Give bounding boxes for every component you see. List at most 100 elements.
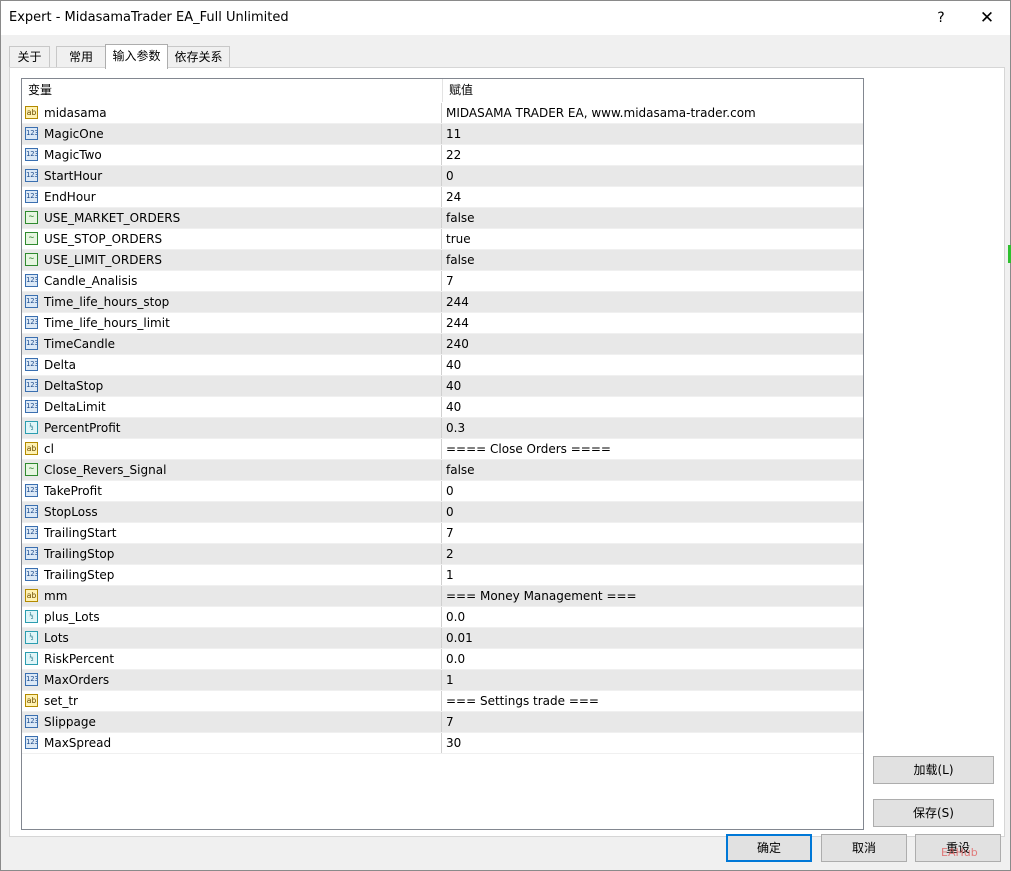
parameter-row[interactable]: ab cl ==== Close Orders ==== [22, 439, 863, 460]
parameter-name-cell: ∼ USE_STOP_ORDERS [22, 229, 442, 249]
parameter-name-cell: 123 TrailingStart [22, 523, 442, 543]
parameter-row[interactable]: 123 DeltaLimit 40 [22, 397, 863, 418]
parameter-name-cell: ½ Lots [22, 628, 442, 648]
boolean-type-icon: ∼ [25, 253, 38, 266]
parameter-value[interactable]: 244 [443, 313, 863, 333]
load-button[interactable]: 加载(L) [873, 756, 994, 784]
string-type-icon: ab [25, 694, 38, 707]
column-header-value[interactable]: 赋值 [443, 79, 863, 102]
parameter-row[interactable]: 123 Delta 40 [22, 355, 863, 376]
cancel-button-label: 取消 [851, 841, 876, 855]
help-button[interactable]: ? [926, 5, 956, 31]
parameter-row[interactable]: ab midasama MIDASAMA TRADER EA, www.midasa… [22, 103, 863, 124]
parameter-row[interactable]: 123 MaxSpread 30 [22, 733, 863, 754]
parameter-rows: ab midasama MIDASAMA TRADER EA, www.midasa… [22, 103, 863, 754]
parameter-row[interactable]: 123 MagicOne 11 [22, 124, 863, 145]
parameter-row[interactable]: 123 MagicTwo 22 [22, 145, 863, 166]
save-button[interactable]: 保存(S) [873, 799, 994, 827]
parameter-value[interactable]: 240 [443, 334, 863, 354]
parameter-value[interactable]: 7 [443, 523, 863, 543]
parameter-row[interactable]: 123 StartHour 0 [22, 166, 863, 187]
tab-inputs[interactable]: 输入参数 [105, 44, 168, 69]
parameter-value[interactable]: MIDASAMA TRADER EA, www.midasama-trader.… [443, 103, 863, 123]
integer-type-icon: 123 [25, 274, 38, 287]
parameter-row[interactable]: 123 Slippage 7 [22, 712, 863, 733]
parameter-value[interactable]: 11 [443, 124, 863, 144]
parameter-row[interactable]: 123 TimeCandle 240 [22, 334, 863, 355]
grid-header: 变量 赋值 [22, 79, 863, 102]
parameter-name: Time_life_hours_limit [44, 316, 170, 330]
parameter-row[interactable]: ∼ USE_LIMIT_ORDERS false [22, 250, 863, 271]
parameter-value[interactable]: 0.01 [443, 628, 863, 648]
parameter-value[interactable]: true [443, 229, 863, 249]
parameter-row[interactable]: 123 EndHour 24 [22, 187, 863, 208]
parameter-row[interactable]: 123 TrailingStop 2 [22, 544, 863, 565]
parameter-row[interactable]: ½ RiskPercent 0.0 [22, 649, 863, 670]
parameter-name: USE_LIMIT_ORDERS [44, 253, 162, 267]
parameter-value[interactable]: 0 [443, 502, 863, 522]
parameter-value[interactable]: 7 [443, 271, 863, 291]
parameter-value[interactable]: ==== Close Orders ==== [443, 439, 863, 459]
title-bar[interactable]: Expert - MidasamaTrader EA_Full Unlimite… [1, 1, 1010, 35]
integer-type-icon: 123 [25, 379, 38, 392]
parameter-value[interactable]: 1 [443, 565, 863, 585]
parameter-row[interactable]: ab set_tr === Settings trade === [22, 691, 863, 712]
parameter-value[interactable]: 0.0 [443, 649, 863, 669]
integer-type-icon: 123 [25, 568, 38, 581]
tab-dependencies[interactable]: 依存关系 [167, 46, 230, 68]
parameter-row[interactable]: 123 TrailingStart 7 [22, 523, 863, 544]
parameter-row[interactable]: 123 Time_life_hours_limit 244 [22, 313, 863, 334]
parameter-row[interactable]: 123 TrailingStep 1 [22, 565, 863, 586]
parameter-value[interactable]: 0.0 [443, 607, 863, 627]
parameter-value[interactable]: 24 [443, 187, 863, 207]
parameter-value[interactable]: 244 [443, 292, 863, 312]
tab-about[interactable]: 关于 [9, 46, 50, 68]
cancel-button[interactable]: 取消 [821, 834, 907, 862]
parameter-value[interactable]: 30 [443, 733, 863, 753]
parameter-row[interactable]: 123 TakeProfit 0 [22, 481, 863, 502]
integer-type-icon: 123 [25, 169, 38, 182]
parameter-value[interactable]: 7 [443, 712, 863, 732]
ok-button[interactable]: 确定 [726, 834, 812, 862]
parameter-row[interactable]: 123 StopLoss 0 [22, 502, 863, 523]
parameter-name: MagicTwo [44, 148, 102, 162]
parameter-value[interactable]: === Money Management === [443, 586, 863, 606]
close-button[interactable]: ✕ [971, 5, 1003, 31]
inputs-panel: 变量 赋值 ab midasama MIDASAMA TRADER EA, www.… [9, 67, 1005, 837]
parameter-value[interactable]: 40 [443, 376, 863, 396]
parameter-row[interactable]: 123 Time_life_hours_stop 244 [22, 292, 863, 313]
parameter-value[interactable]: false [443, 460, 863, 480]
parameter-row[interactable]: ½ plus_Lots 0.0 [22, 607, 863, 628]
parameter-value[interactable]: 2 [443, 544, 863, 564]
parameter-name: RiskPercent [44, 652, 115, 666]
parameter-value[interactable]: 22 [443, 145, 863, 165]
parameter-row[interactable]: ∼ USE_STOP_ORDERS true [22, 229, 863, 250]
parameter-value[interactable]: false [443, 208, 863, 228]
parameter-value[interactable]: 0 [443, 166, 863, 186]
parameter-value[interactable]: false [443, 250, 863, 270]
parameter-value[interactable]: 0.3 [443, 418, 863, 438]
parameter-row[interactable]: ∼ USE_MARKET_ORDERS false [22, 208, 863, 229]
parameter-name-cell: ½ RiskPercent [22, 649, 442, 669]
parameter-row[interactable]: 123 Candle_Analisis 7 [22, 271, 863, 292]
parameter-value[interactable]: 40 [443, 355, 863, 375]
parameter-row[interactable]: ½ Lots 0.01 [22, 628, 863, 649]
parameter-value[interactable]: === Settings trade === [443, 691, 863, 711]
parameters-grid[interactable]: 变量 赋值 ab midasama MIDASAMA TRADER EA, www.… [21, 78, 864, 830]
parameter-row[interactable]: ∼ Close_Revers_Signal false [22, 460, 863, 481]
tab-common[interactable]: 常用 [56, 46, 106, 68]
parameter-row[interactable]: ½ PercentProfit 0.3 [22, 418, 863, 439]
double-type-icon: ½ [25, 631, 38, 644]
parameter-value[interactable]: 1 [443, 670, 863, 690]
parameter-row[interactable]: ab mm === Money Management === [22, 586, 863, 607]
integer-type-icon: 123 [25, 526, 38, 539]
parameter-row[interactable]: 123 DeltaStop 40 [22, 376, 863, 397]
integer-type-icon: 123 [25, 484, 38, 497]
parameter-value[interactable]: 0 [443, 481, 863, 501]
parameter-row[interactable]: 123 MaxOrders 1 [22, 670, 863, 691]
column-header-variable[interactable]: 变量 [22, 79, 443, 102]
parameter-name: StopLoss [44, 505, 98, 519]
parameter-value[interactable]: 40 [443, 397, 863, 417]
integer-type-icon: 123 [25, 358, 38, 371]
parameter-name-cell: 123 TrailingStep [22, 565, 442, 585]
